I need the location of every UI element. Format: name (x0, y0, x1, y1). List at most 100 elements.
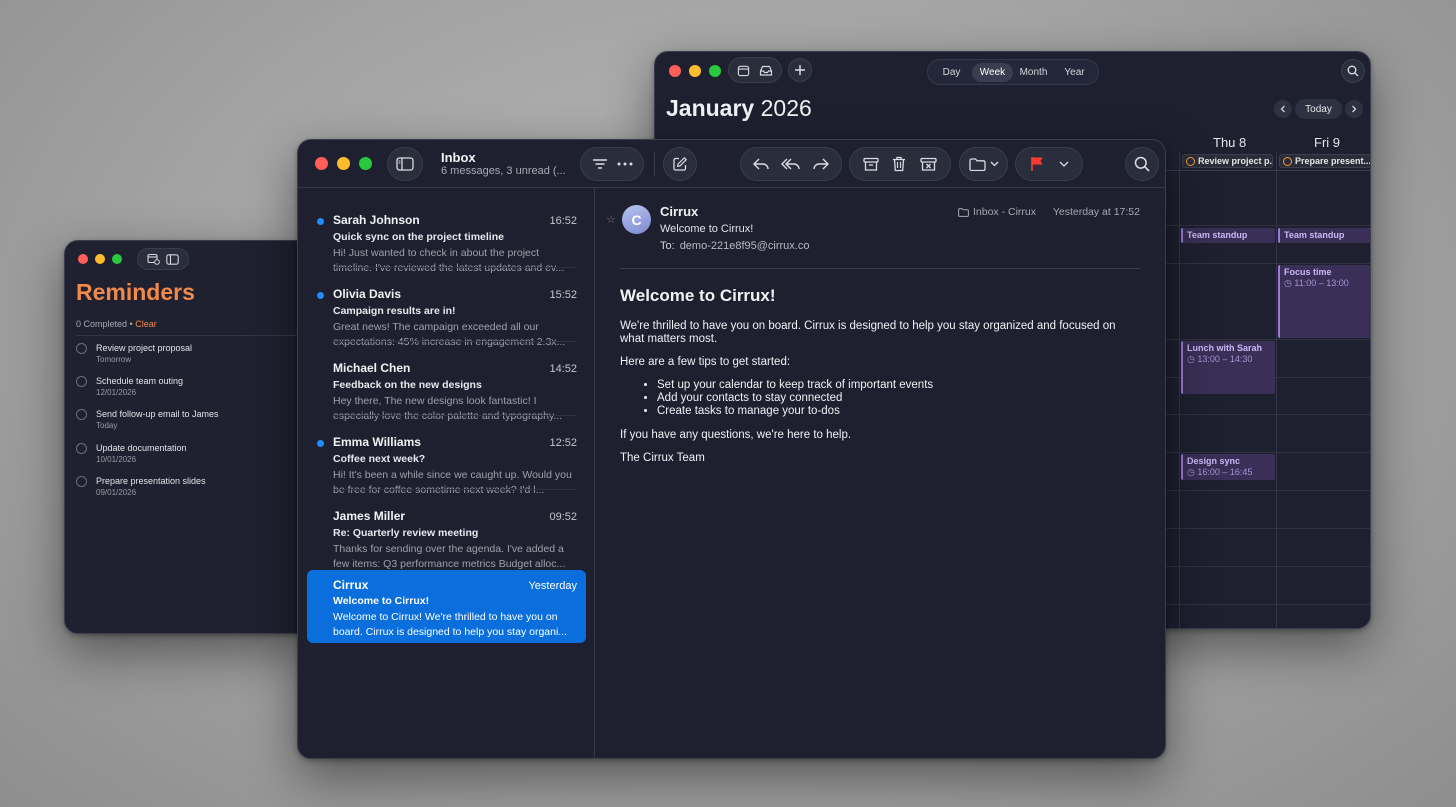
calendar-title: January 2026 (666, 95, 812, 122)
compose-button[interactable] (663, 147, 697, 181)
view-week[interactable]: Week (972, 62, 1013, 82)
reader-folder-label: Inbox - Cirrux (973, 206, 1037, 218)
move-to-folder-button[interactable] (959, 147, 1008, 181)
calendar-event[interactable]: Team standup (1181, 228, 1275, 243)
mail-search-button[interactable] (1125, 147, 1159, 181)
header-divider (620, 268, 1140, 269)
message-preview: Welcome to Cirrux! We're thrilled to hav… (333, 611, 568, 638)
allday-event-title: Review project p... (1198, 156, 1273, 166)
event-title: Team standup (1284, 230, 1345, 240)
minimize-button[interactable] (337, 157, 350, 170)
message-time: Yesterday (528, 580, 577, 592)
filter-icon[interactable] (592, 158, 608, 170)
reminder-title: Review project proposal (96, 343, 193, 353)
today-button[interactable]: Today (1295, 99, 1342, 119)
message-subject: Coffee next week? (333, 453, 426, 465)
chevron-down-icon[interactable] (1059, 161, 1069, 167)
new-list-icon[interactable] (147, 253, 160, 265)
zoom-button[interactable] (709, 65, 721, 77)
previous-week-button[interactable] (1274, 100, 1292, 118)
reply-icon[interactable] (752, 157, 770, 171)
toolbar-divider (654, 152, 655, 176)
reply-all-icon[interactable] (780, 157, 801, 171)
event-time: 16:00 – 16:45 (1197, 467, 1253, 477)
allday-event[interactable]: Review project p... (1182, 154, 1273, 168)
trash-icon[interactable] (892, 156, 906, 172)
inbox-tray-icon[interactable] (759, 64, 773, 77)
more-options-icon[interactable] (617, 162, 633, 166)
message-sender: Michael Chen (333, 361, 411, 375)
day-column-divider (1276, 152, 1277, 628)
flag-group (1015, 147, 1083, 181)
message-row[interactable]: Sarah Johnson 16:52 Quick sync on the pr… (307, 194, 586, 274)
reminder-title: Schedule team outing (96, 376, 184, 386)
event-title: Focus time (1284, 267, 1332, 277)
star-icon[interactable]: ☆ (606, 213, 616, 226)
to-address[interactable]: demo-221e8f95@cirrux.co (680, 240, 810, 252)
add-event-button[interactable] (788, 58, 812, 82)
event-title: Design sync (1187, 456, 1241, 466)
reminder-checkbox[interactable] (76, 409, 87, 420)
view-month[interactable]: Month (1013, 63, 1054, 82)
calendar-icon[interactable] (737, 64, 750, 77)
message-time: 12:52 (549, 437, 577, 449)
calendar-event[interactable]: Focus time ◷ 11:00 – 13:00 (1278, 265, 1370, 338)
reminders-toolbar (137, 248, 189, 270)
reminder-checkbox[interactable] (76, 376, 87, 387)
message-row[interactable]: Olivia Davis 15:52 Campaign results are … (307, 268, 586, 348)
calendar-event[interactable]: Lunch with Sarah ◷ 13:00 – 14:30 (1181, 341, 1275, 394)
calendar-event[interactable]: Team standup (1278, 228, 1370, 243)
folder-icon (968, 157, 986, 171)
event-time: 13:00 – 14:30 (1197, 354, 1253, 364)
flag-icon[interactable] (1030, 156, 1044, 172)
message-sender: Cirrux (333, 578, 369, 592)
folder-icon (958, 207, 969, 217)
mailbox-summary: 6 messages, 3 unread (... (441, 165, 566, 177)
message-subject: Welcome to Cirrux! (333, 595, 430, 607)
message-subject: Quick sync on the project timeline (333, 231, 504, 243)
view-day[interactable]: Day (931, 63, 972, 82)
zoom-button[interactable] (359, 157, 372, 170)
calendar-event[interactable]: Design sync ◷ 16:00 – 16:45 (1181, 454, 1275, 480)
calendar-search-button[interactable] (1341, 59, 1365, 83)
day-header-fri: Fri 9 (1314, 135, 1340, 150)
minimize-button[interactable] (95, 254, 105, 264)
body-signoff: The Cirrux Team (620, 452, 705, 464)
message-preview: Thanks for sending over the agenda. I've… (333, 543, 566, 570)
plus-icon (795, 65, 805, 75)
zoom-button[interactable] (112, 254, 122, 264)
message-row-selected[interactable]: Cirrux Yesterday Welcome to Cirrux! Welc… (307, 570, 586, 643)
allday-event[interactable]: Prepare present... (1279, 154, 1370, 168)
reader-folder[interactable]: Inbox - Cirrux (958, 206, 1036, 218)
reminder-date: 10/01/2026 (96, 455, 137, 464)
close-button[interactable] (315, 157, 328, 170)
body-heading: Welcome to Cirrux! (620, 286, 776, 305)
tip-item: Add your contacts to stay connected (657, 392, 1140, 405)
message-time: 16:52 (549, 215, 577, 227)
message-row[interactable]: James Miller 09:52 Re: Quarterly review … (307, 490, 586, 570)
sidebar-toggle-button[interactable] (387, 147, 423, 181)
message-sender: James Miller (333, 509, 406, 523)
message-row[interactable]: Emma Williams 12:52 Coffee next week? Hi… (307, 416, 586, 496)
view-year[interactable]: Year (1054, 63, 1095, 82)
calendar-window-controls (669, 65, 721, 77)
minimize-button[interactable] (689, 65, 701, 77)
reminder-checkbox[interactable] (76, 343, 87, 354)
message-row[interactable]: Michael Chen 14:52 Feedback on the new d… (307, 342, 586, 422)
body-paragraph: If you have any questions, we're here to… (620, 429, 852, 441)
clear-completed-link[interactable]: Clear (135, 319, 157, 329)
desktop: Day Week Month Year January 2026 Today T… (0, 0, 1456, 807)
reminder-date: Today (96, 421, 118, 430)
sidebar-toggle-icon[interactable] (166, 253, 179, 265)
close-button[interactable] (78, 254, 88, 264)
next-week-button[interactable] (1345, 100, 1363, 118)
reminder-title: Send follow-up email to James (96, 409, 219, 419)
forward-icon[interactable] (812, 157, 830, 171)
reminder-checkbox[interactable] (76, 443, 87, 454)
reminder-checkbox[interactable] (76, 476, 87, 487)
archive-icon[interactable] (863, 157, 879, 172)
junk-icon[interactable] (920, 157, 937, 172)
reminder-ring-icon (1283, 156, 1292, 166)
close-button[interactable] (669, 65, 681, 77)
body-paragraph: We're thrilled to have you on board. Cir… (620, 320, 1116, 345)
